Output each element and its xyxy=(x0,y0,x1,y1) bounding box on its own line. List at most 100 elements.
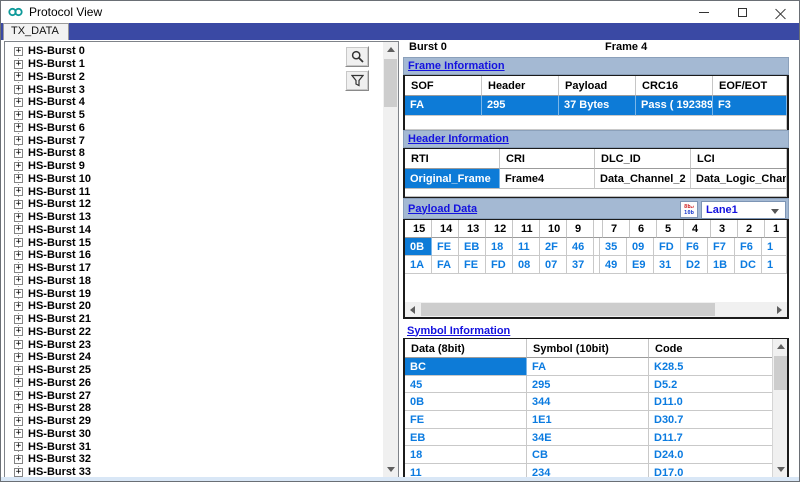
scrollbar-up-arrow[interactable] xyxy=(383,42,398,57)
tree-item[interactable]: +HS-Burst 7 xyxy=(5,134,382,147)
tree-item[interactable]: +HS-Burst 8 xyxy=(5,147,382,160)
payload-byte-cell[interactable]: 31 xyxy=(654,256,681,274)
tree-item[interactable]: +HS-Burst 21 xyxy=(5,313,382,326)
symbol-cell[interactable]: 295 xyxy=(527,376,649,394)
tree-item[interactable]: +HS-Burst 20 xyxy=(5,300,382,313)
frame-info-cell[interactable]: F3 xyxy=(713,96,787,116)
expand-plus-icon[interactable]: + xyxy=(14,200,23,209)
expand-plus-icon[interactable]: + xyxy=(14,417,23,426)
tree-item[interactable]: +HS-Burst 17 xyxy=(5,262,382,275)
symbol-cell[interactable]: D11.7 xyxy=(649,429,787,447)
tree-item[interactable]: +HS-Burst 25 xyxy=(5,364,382,377)
header-info-cell[interactable]: Original_Frame xyxy=(405,169,500,189)
expand-plus-icon[interactable]: + xyxy=(14,85,23,94)
symbol-cell[interactable]: FA xyxy=(527,358,649,376)
expand-plus-icon[interactable]: + xyxy=(14,378,23,387)
header-info-cell[interactable]: Data_Logic_Chan... xyxy=(691,169,787,189)
symbol-cell[interactable]: 18 xyxy=(405,446,527,464)
tree-item[interactable]: +HS-Burst 33 xyxy=(5,466,382,477)
expand-plus-icon[interactable]: + xyxy=(14,315,23,324)
tree-item[interactable]: +HS-Burst 16 xyxy=(5,249,382,262)
payload-byte-cell[interactable]: FA xyxy=(432,256,459,274)
expand-plus-icon[interactable]: + xyxy=(14,429,23,438)
symbol-cell[interactable]: K28.5 xyxy=(649,358,787,376)
expand-plus-icon[interactable]: + xyxy=(14,162,23,171)
scrollbar-thumb[interactable] xyxy=(384,59,397,107)
expand-plus-icon[interactable]: + xyxy=(14,251,23,260)
expand-plus-icon[interactable]: + xyxy=(14,455,23,464)
symbol-cell[interactable]: FE xyxy=(405,411,527,429)
tree-item[interactable]: +HS-Burst 1 xyxy=(5,58,382,71)
payload-byte-cell[interactable]: 49 xyxy=(600,256,627,274)
filter-button[interactable] xyxy=(345,70,369,91)
expand-plus-icon[interactable]: + xyxy=(14,136,23,145)
symbol-cell[interactable]: EB xyxy=(405,429,527,447)
symbol-cell[interactable]: 0B xyxy=(405,393,527,411)
payload-byte-cell[interactable]: E9 xyxy=(627,256,654,274)
payload-byte-cell[interactable]: F7 xyxy=(708,238,735,256)
maximize-button[interactable] xyxy=(723,1,761,23)
expand-plus-icon[interactable]: + xyxy=(14,391,23,400)
tree-item[interactable]: +HS-Burst 0 xyxy=(5,45,382,58)
scrollbar-right-arrow[interactable] xyxy=(772,302,787,317)
tree-item[interactable]: +HS-Burst 12 xyxy=(5,198,382,211)
tree-item[interactable]: +HS-Burst 22 xyxy=(5,326,382,339)
payload-byte-cell[interactable]: 11 xyxy=(513,238,540,256)
expand-plus-icon[interactable]: + xyxy=(14,276,23,285)
tree-item[interactable]: +HS-Burst 23 xyxy=(5,338,382,351)
frame-info-cell[interactable]: 37 Bytes xyxy=(559,96,636,116)
payload-byte-cell[interactable]: FD xyxy=(486,256,513,274)
tree-item[interactable]: +HS-Burst 28 xyxy=(5,402,382,415)
payload-byte-cell[interactable]: 1B xyxy=(708,256,735,274)
payload-byte-cell[interactable]: 1 xyxy=(762,238,787,256)
payload-byte-cell[interactable]: FD xyxy=(654,238,681,256)
tab-tx-data[interactable]: TX_DATA xyxy=(3,23,69,40)
symbol-cell[interactable]: CB xyxy=(527,446,649,464)
expand-plus-icon[interactable]: + xyxy=(14,353,23,362)
expand-plus-icon[interactable]: + xyxy=(14,238,23,247)
tree-item[interactable]: +HS-Burst 31 xyxy=(5,440,382,453)
tree-item[interactable]: +HS-Burst 24 xyxy=(5,351,382,364)
expand-plus-icon[interactable]: + xyxy=(14,187,23,196)
tree-item[interactable]: +HS-Burst 15 xyxy=(5,236,382,249)
expand-plus-icon[interactable]: + xyxy=(14,47,23,56)
scrollbar-down-arrow[interactable] xyxy=(773,462,788,477)
tree-item[interactable]: +HS-Burst 9 xyxy=(5,160,382,173)
tree-item[interactable]: +HS-Burst 32 xyxy=(5,453,382,466)
tree-item[interactable]: +HS-Burst 6 xyxy=(5,122,382,135)
frame-info-cell[interactable]: Pass ( 192389 ) xyxy=(636,96,713,116)
tree-item[interactable]: +HS-Burst 5 xyxy=(5,109,382,122)
expand-plus-icon[interactable]: + xyxy=(14,289,23,298)
scrollbar-up-arrow[interactable] xyxy=(773,339,788,354)
tree-item[interactable]: +HS-Burst 18 xyxy=(5,275,382,288)
tree-item[interactable]: +HS-Burst 3 xyxy=(5,83,382,96)
symbol-cell[interactable]: D11.0 xyxy=(649,393,787,411)
expand-plus-icon[interactable]: + xyxy=(14,98,23,107)
payload-byte-cell[interactable]: 37 xyxy=(567,256,594,274)
symbol-cell[interactable]: 344 xyxy=(527,393,649,411)
tree-item[interactable]: +HS-Burst 19 xyxy=(5,287,382,300)
payload-byte-cell[interactable]: EB xyxy=(459,238,486,256)
payload-byte-cell[interactable]: 09 xyxy=(627,238,654,256)
symbol-cell[interactable]: 1E1 xyxy=(527,411,649,429)
expand-plus-icon[interactable]: + xyxy=(14,442,23,451)
expand-plus-icon[interactable]: + xyxy=(14,366,23,375)
scrollbar-thumb[interactable] xyxy=(421,303,715,316)
payload-byte-cell[interactable]: 0B xyxy=(405,238,432,256)
payload-horizontal-scrollbar[interactable] xyxy=(405,302,787,317)
payload-byte-cell[interactable]: F6 xyxy=(681,238,708,256)
expand-plus-icon[interactable]: + xyxy=(14,60,23,69)
expand-plus-icon[interactable]: + xyxy=(14,327,23,336)
expand-plus-icon[interactable]: + xyxy=(14,149,23,158)
tree-item[interactable]: +HS-Burst 29 xyxy=(5,415,382,428)
expand-plus-icon[interactable]: + xyxy=(14,111,23,120)
tree-item[interactable]: +HS-Burst 27 xyxy=(5,389,382,402)
tree-item[interactable]: +HS-Burst 13 xyxy=(5,211,382,224)
tree-item[interactable]: +HS-Burst 26 xyxy=(5,377,382,390)
payload-byte-cell[interactable]: 35 xyxy=(600,238,627,256)
payload-byte-cell[interactable]: 18 xyxy=(486,238,513,256)
tree-item[interactable]: +HS-Burst 4 xyxy=(5,96,382,109)
symbol-scrollbar[interactable] xyxy=(772,339,787,477)
minimize-button[interactable] xyxy=(685,1,723,23)
payload-byte-cell[interactable]: D2 xyxy=(681,256,708,274)
